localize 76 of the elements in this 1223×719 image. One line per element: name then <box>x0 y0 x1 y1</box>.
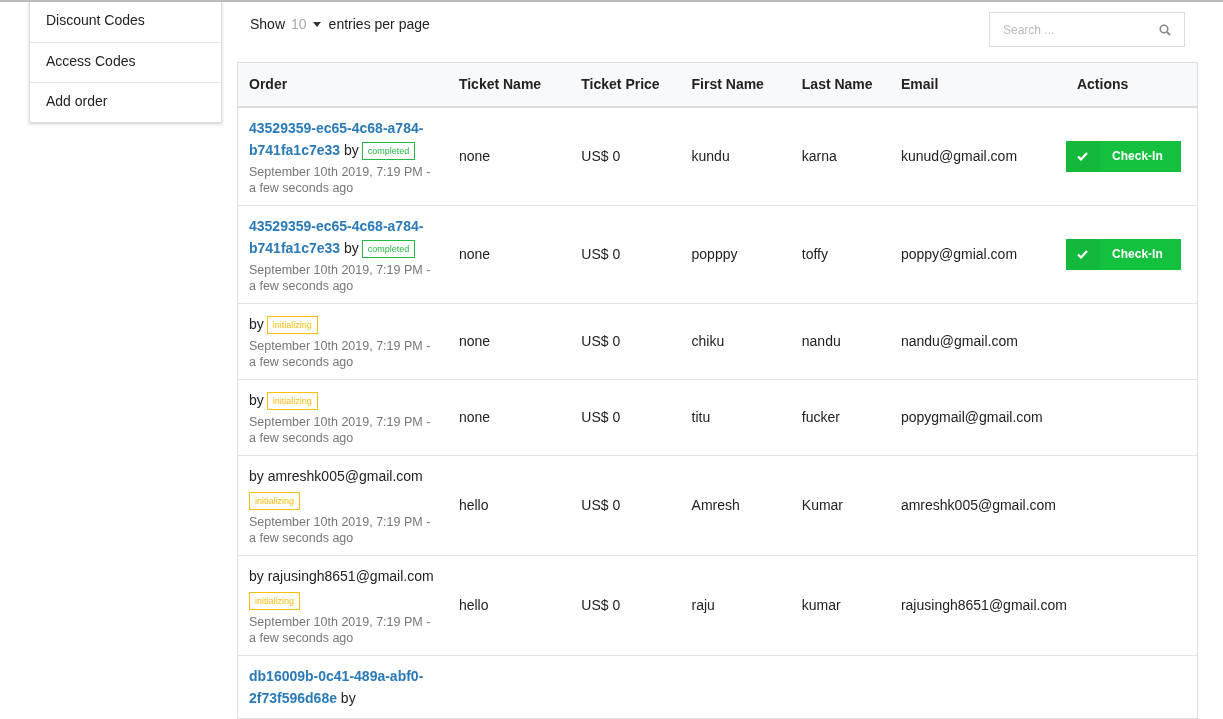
status-tag: initializing <box>266 391 318 410</box>
entries-select[interactable]: 10 <box>291 14 321 35</box>
order-by: by amreshk005@gmail.com <box>249 467 423 484</box>
table-cell: titu <box>680 379 791 455</box>
table-cell: US$ 0 <box>570 205 681 303</box>
table-cell: kumar <box>790 555 890 655</box>
table-cell: US$ 0 <box>570 303 681 379</box>
order-by: by <box>249 391 264 408</box>
table-cell: US$ 0 <box>570 106 681 205</box>
column-header: Actions <box>1065 62 1198 107</box>
order-by: by <box>340 689 356 706</box>
order-by: by <box>343 239 359 256</box>
order-by: by rajusingh8651@gmail.com <box>249 567 434 584</box>
sidebar-item[interactable]: Add order <box>30 82 221 122</box>
table-cell: Amresh <box>680 455 791 555</box>
sidebar-item[interactable]: Access Codes <box>30 42 221 82</box>
order-by: by <box>343 141 359 158</box>
table-cell: amreshk005@gmail.com <box>889 455 1066 555</box>
table-cell: none <box>447 379 571 455</box>
status-tag: completed <box>361 141 416 160</box>
column-header: Email <box>889 62 1066 107</box>
show-label: Show <box>250 15 286 34</box>
table-cell: karna <box>790 106 890 205</box>
column-header: Ticket Name <box>447 62 571 107</box>
table-cell: nandu <box>790 303 890 379</box>
table-cell: popppy <box>680 205 791 303</box>
table-cell: raju <box>680 555 791 655</box>
order-link[interactable]: b741fa1c7e33 <box>249 239 341 256</box>
column-header: Ticket Price <box>570 62 681 107</box>
table-cell: hello <box>447 455 571 555</box>
column-header: First Name <box>680 62 791 107</box>
table-cell: kunud@gmail.com <box>889 106 1066 205</box>
status-tag: initializing <box>249 591 301 610</box>
order-link[interactable]: 43529359-ec65-4c68-a784- <box>249 217 424 234</box>
table-cell: US$ 0 <box>570 379 681 455</box>
table-cell: kundu <box>680 106 791 205</box>
table-cell: Kumar <box>790 455 890 555</box>
table-cell: toffy <box>790 205 890 303</box>
table-cell: none <box>447 303 571 379</box>
table-cell: poppy@gmial.com <box>889 205 1066 303</box>
order-date: September 10th 2019, 7:19 PM - a few seconds ago <box>249 337 432 370</box>
status-tag: initializing <box>266 315 318 334</box>
table-cell: hello <box>447 555 571 655</box>
search-icon <box>1159 23 1171 36</box>
order-date: September 10th 2019, 7:19 PM - a few seconds ago <box>249 513 432 546</box>
order-date: September 10th 2019, 7:19 PM - a few seconds ago <box>249 613 432 646</box>
check-in-button[interactable]: Check-In <box>1065 140 1181 172</box>
table-cell: fucker <box>790 379 890 455</box>
entries-label: entries per page <box>328 15 430 34</box>
order-link[interactable]: 2f73f596d68e <box>249 689 337 706</box>
order-date: September 10th 2019, 7:19 PM - a few seconds ago <box>249 163 432 196</box>
sidebar-item[interactable]: Discount Codes <box>30 2 221 42</box>
table-cell: US$ 0 <box>570 455 681 555</box>
column-header: Last Name <box>790 62 890 107</box>
status-tag: completed <box>361 239 416 258</box>
order-by: by <box>249 315 264 332</box>
search-field[interactable]: Search ... <box>989 12 1185 47</box>
order-link[interactable]: db16009b-0c41-489a-abf0- <box>249 667 424 684</box>
checkmark-icon <box>1077 151 1089 161</box>
caret-icon <box>312 22 321 27</box>
search-input[interactable]: Search ... <box>1003 20 1159 39</box>
checkmark-icon <box>1077 249 1089 259</box>
column-header: Order <box>237 62 448 107</box>
order-link[interactable]: 43529359-ec65-4c68-a784- <box>249 119 424 136</box>
table-cell: nandu@gmail.com <box>889 303 1066 379</box>
table-cell: popygmail@gmail.com <box>889 379 1066 455</box>
order-date: September 10th 2019, 7:19 PM - a few seconds ago <box>249 261 432 294</box>
order-link[interactable]: b741fa1c7e33 <box>249 141 341 158</box>
table-cell: US$ 0 <box>570 555 681 655</box>
order-date: September 10th 2019, 7:19 PM - a few seconds ago <box>249 413 432 446</box>
check-in-button[interactable]: Check-In <box>1065 238 1181 270</box>
table-cell: chiku <box>680 303 791 379</box>
status-tag: initializing <box>249 491 301 510</box>
table-cell: rajusingh8651@gmail.com <box>889 555 1066 655</box>
table-cell: none <box>447 205 571 303</box>
table-cell: none <box>447 106 571 205</box>
